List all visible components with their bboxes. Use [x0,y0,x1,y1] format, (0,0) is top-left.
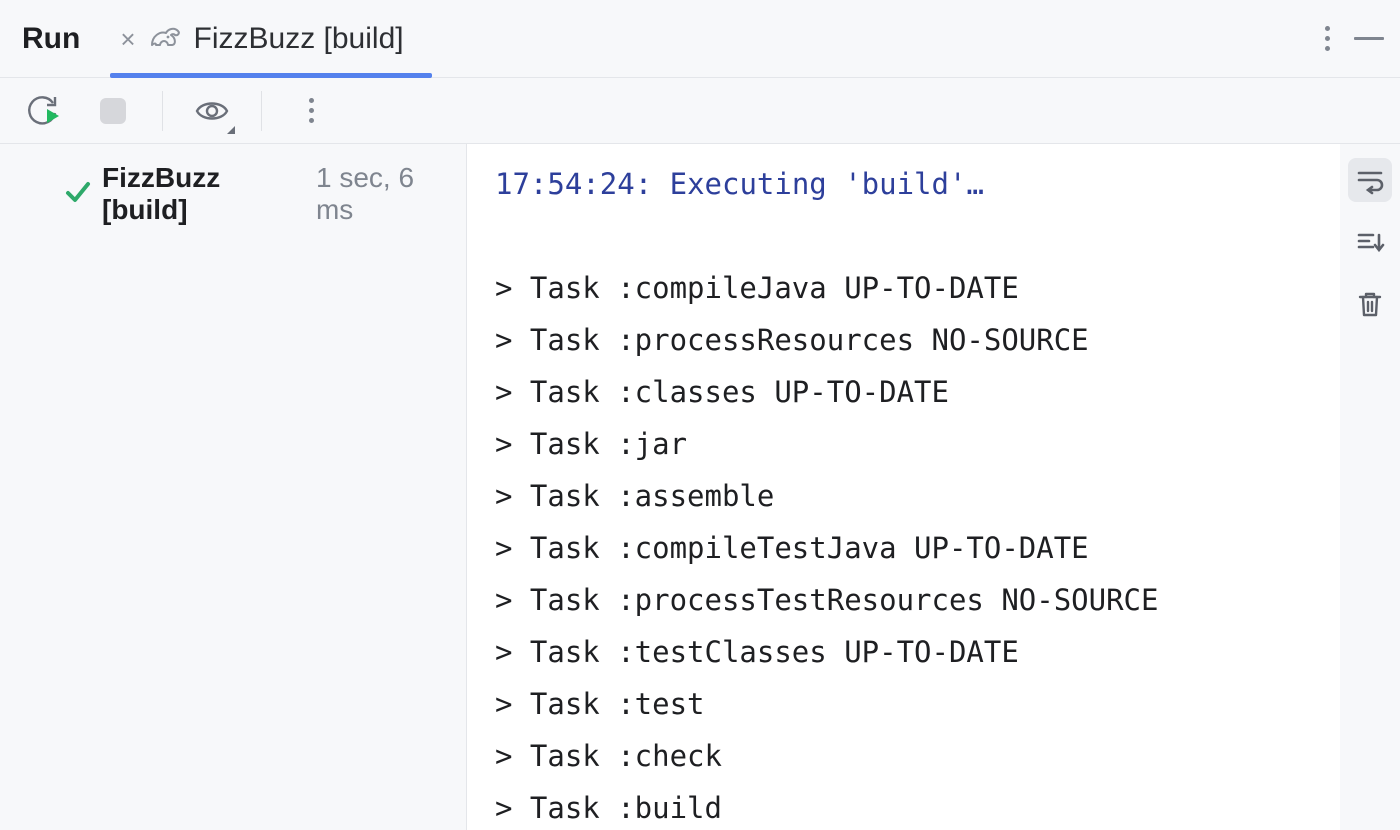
minimize-panel-icon[interactable] [1348,37,1390,40]
task-name: FizzBuzz [build] [102,162,300,226]
task-row[interactable]: FizzBuzz [build] 1 sec, 6 ms [16,162,450,226]
stop-button[interactable] [92,90,134,132]
panel-title: Run [22,22,80,56]
console-gutter [1340,144,1400,830]
more-actions-button[interactable] [290,90,332,132]
run-tab-fizzbuzz-build[interactable]: × FizzBuzz [build] [116,0,425,77]
clear-console-button[interactable] [1348,282,1392,326]
run-tab-bar: Run × FizzBuzz [build] [0,0,1400,78]
view-options-button[interactable] [191,90,233,132]
run-toolbar [0,78,1400,144]
scroll-to-end-button[interactable] [1348,220,1392,264]
run-tab-label: FizzBuzz [build] [194,22,404,56]
task-tree: FizzBuzz [build] 1 sec, 6 ms [0,144,467,830]
close-tab-icon[interactable]: × [120,26,135,52]
task-duration: 1 sec, 6 ms [316,162,450,226]
soft-wrap-button[interactable] [1348,158,1392,202]
gradle-icon [148,23,182,54]
toolbar-separator [162,91,163,131]
console-output[interactable]: 17:54:24: Executing 'build'… > Task :com… [467,144,1340,830]
console-timestamp: 17:54:24 [495,167,635,201]
rerun-button[interactable] [22,90,64,132]
toolbar-separator [261,91,262,131]
success-check-icon [64,178,92,211]
stop-icon [100,98,126,124]
run-options-icon[interactable] [1306,26,1348,51]
